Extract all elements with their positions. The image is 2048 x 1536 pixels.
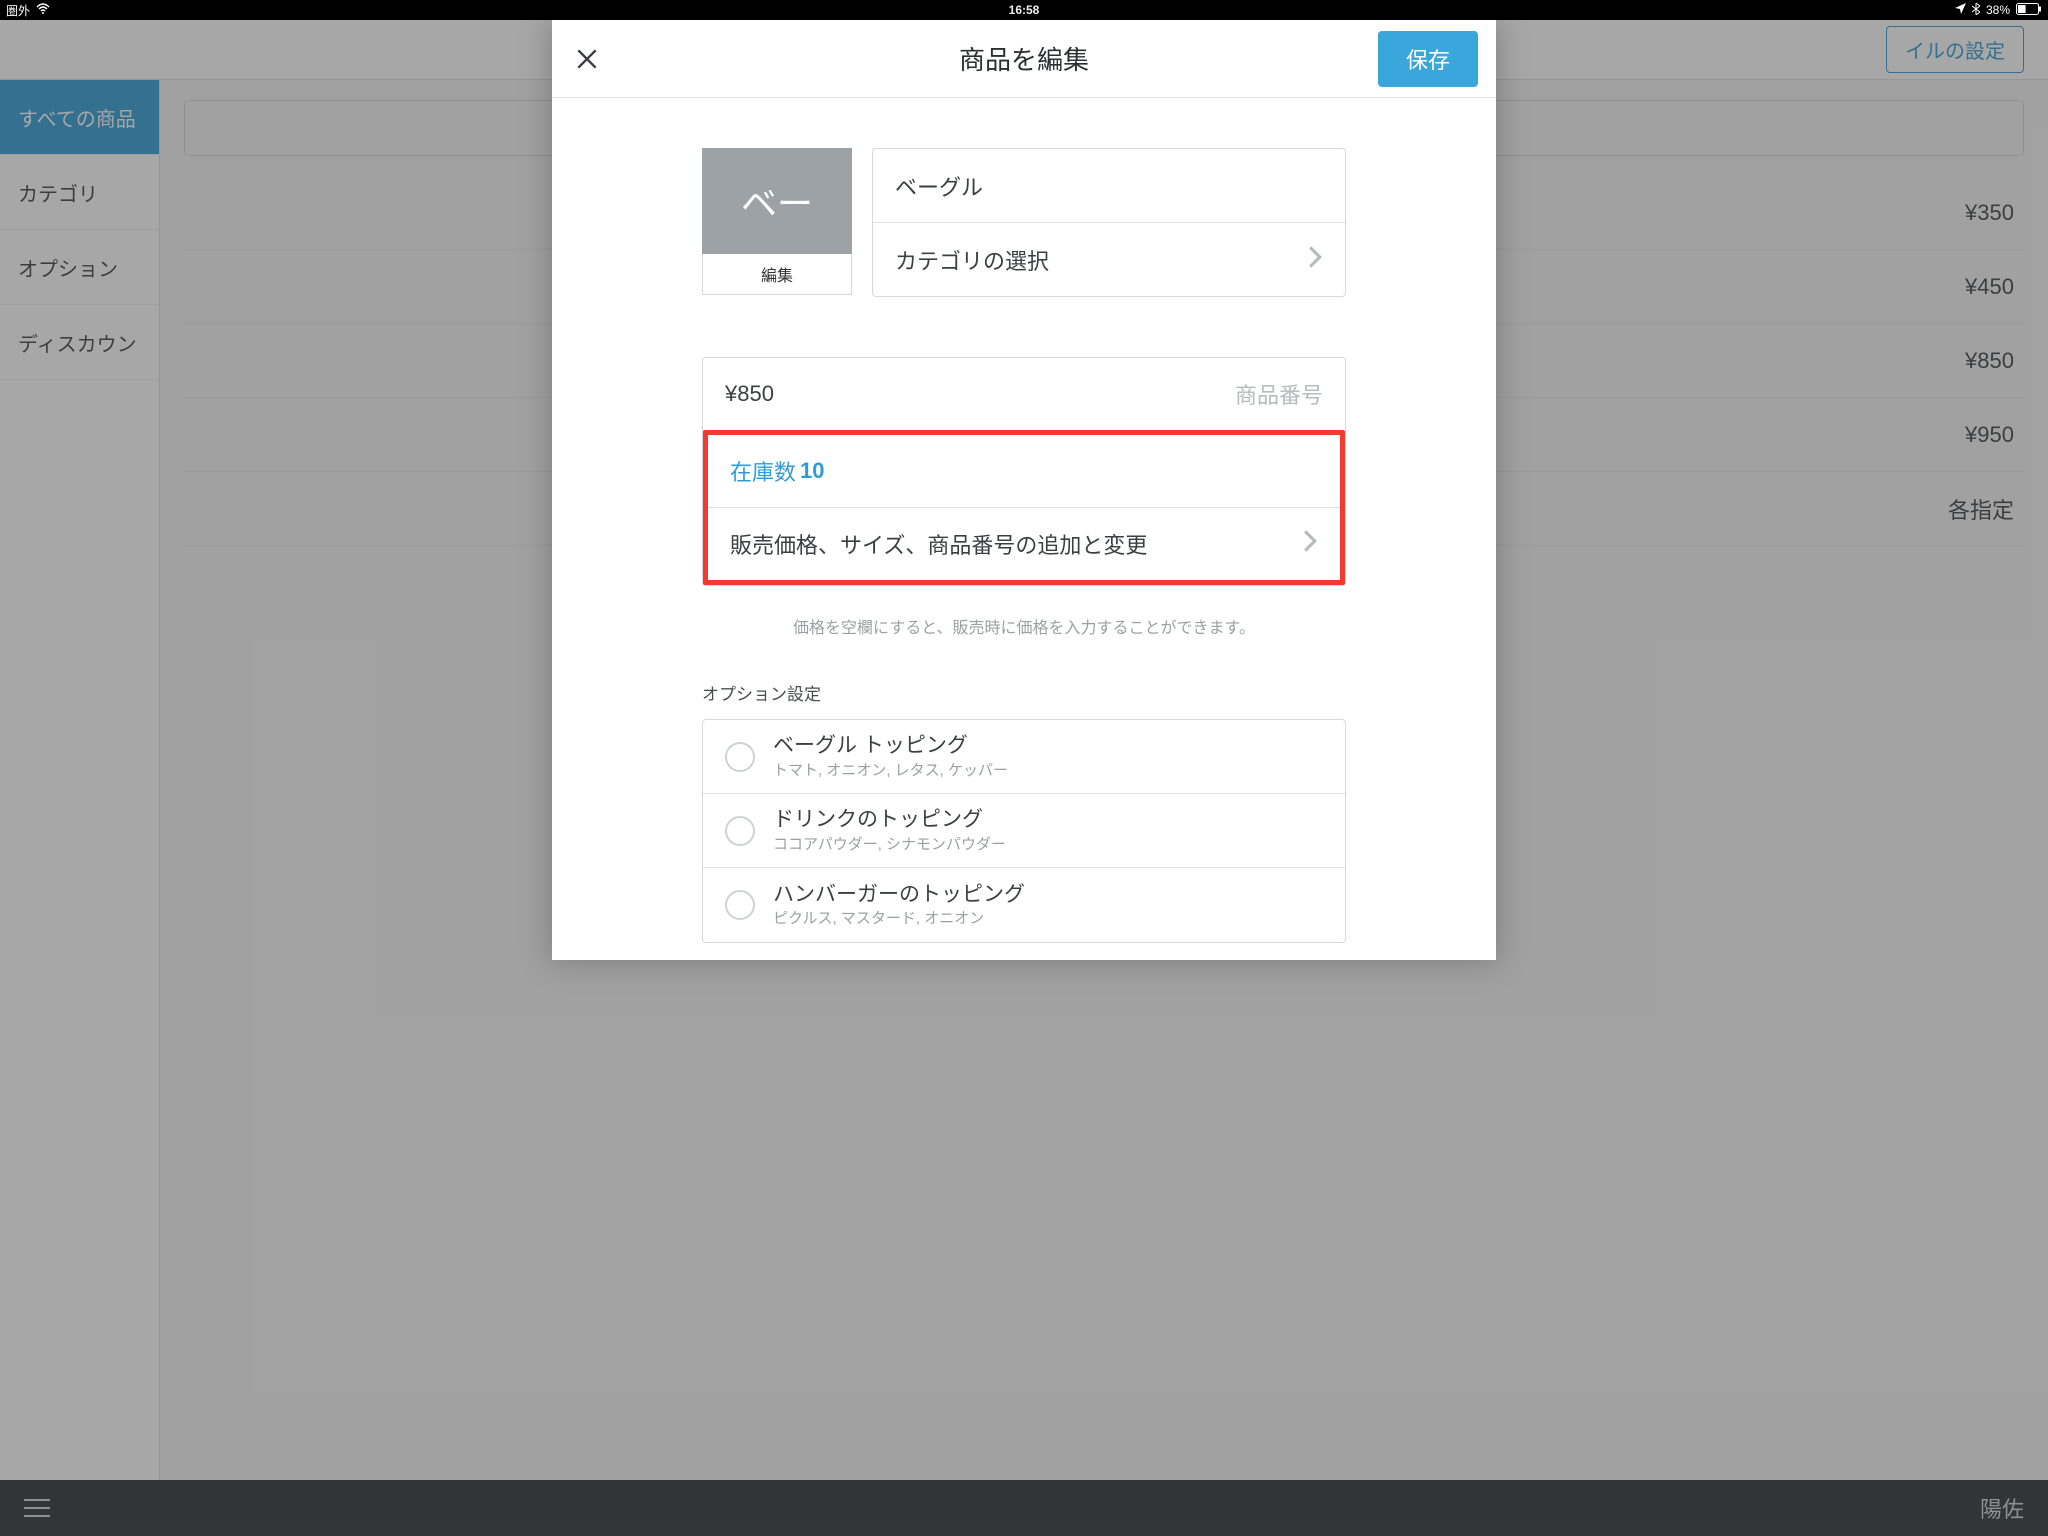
item-tile[interactable]: ベー 編集 — [702, 148, 852, 295]
wifi-icon — [36, 3, 50, 17]
stock-value: 10 — [800, 458, 824, 484]
item-name-value: ベーグル — [895, 170, 983, 202]
price-help-text: 価格を空欄にすると、販売時に価格を入力することができます。 — [702, 614, 1346, 638]
option-sub: ピクルス, マスタード, オニオン — [773, 907, 1025, 928]
battery-icon — [2016, 3, 2042, 18]
tile-edit-label[interactable]: 編集 — [702, 254, 852, 295]
radio-unchecked-icon[interactable] — [725, 890, 755, 920]
stock-label: 在庫数 — [730, 455, 796, 487]
category-label: カテゴリの選択 — [895, 244, 1049, 276]
options-list: ベーグル トッピング トマト, オニオン, レタス, ケッパー ドリンクのトッピ… — [702, 719, 1346, 943]
category-select-row[interactable]: カテゴリの選択 — [873, 223, 1345, 296]
annotation-highlight: 在庫数 10 販売価格、サイズ、商品番号の追加と変更 — [703, 430, 1345, 585]
modal-title: 商品を編集 — [959, 40, 1089, 77]
option-row[interactable]: ハンバーガーのトッピング ピクルス, マスタード, オニオン — [703, 868, 1345, 942]
options-section-label: オプション設定 — [702, 680, 1346, 705]
bluetooth-icon — [1972, 3, 1980, 18]
sku-placeholder: 商品番号 — [1235, 378, 1323, 410]
chevron-right-icon — [1302, 529, 1318, 559]
radio-unchecked-icon[interactable] — [725, 742, 755, 772]
option-title: ドリンクのトッピング — [773, 807, 1006, 832]
battery-pct: 38% — [1986, 3, 2010, 17]
stock-row[interactable]: 在庫数 10 — [708, 435, 1340, 507]
close-button[interactable] — [570, 42, 604, 76]
radio-unchecked-icon[interactable] — [725, 816, 755, 846]
option-title: ハンバーガーのトッピング — [773, 882, 1025, 907]
variants-label: 販売価格、サイズ、商品番号の追加と変更 — [730, 528, 1147, 560]
status-bar: 圏外 16:58 38% — [0, 0, 2048, 20]
price-value: ¥850 — [725, 381, 774, 407]
price-section: ¥850 商品番号 在庫数 10 販売価格、サイズ、商品番号の追加と変更 — [702, 357, 1346, 586]
option-row[interactable]: ベーグル トッピング トマト, オニオン, レタス, ケッパー — [703, 720, 1345, 794]
name-category-box: ベーグル カテゴリの選択 — [872, 148, 1346, 297]
option-row[interactable]: ドリンクのトッピング ココアパウダー, シナモンパウダー — [703, 794, 1345, 868]
item-name-field[interactable]: ベーグル — [873, 149, 1345, 222]
edit-item-modal: 商品を編集 保存 ベー 編集 ベーグル カテゴリの選択 ¥850 — [552, 20, 1496, 960]
chevron-right-icon — [1307, 245, 1323, 275]
modal-body: ベー 編集 ベーグル カテゴリの選択 ¥850 商品番号 — [552, 98, 1496, 960]
option-sub: ココアパウダー, シナモンパウダー — [773, 833, 1006, 854]
option-title: ベーグル トッピング — [773, 733, 1008, 758]
location-icon — [1955, 3, 1966, 17]
tile-preview: ベー — [702, 148, 852, 254]
variants-row[interactable]: 販売価格、サイズ、商品番号の追加と変更 — [708, 508, 1340, 580]
clock: 16:58 — [1009, 3, 1040, 17]
option-sub: トマト, オニオン, レタス, ケッパー — [773, 759, 1008, 780]
price-row[interactable]: ¥850 商品番号 — [703, 358, 1345, 430]
modal-header: 商品を編集 保存 — [552, 20, 1496, 98]
save-button[interactable]: 保存 — [1378, 31, 1478, 87]
carrier-text: 圏外 — [6, 2, 30, 19]
